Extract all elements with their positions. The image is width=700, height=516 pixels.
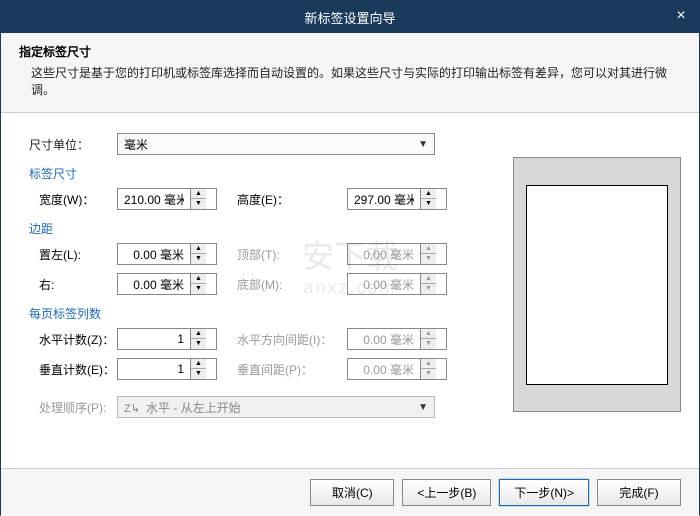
- vgap-stepper: ▲▼: [347, 358, 447, 380]
- spin-up-icon[interactable]: ▲: [191, 274, 206, 284]
- group-margin: 边距: [29, 220, 493, 237]
- spin-down-icon: ▼: [421, 339, 436, 349]
- cancel-button[interactable]: 取消(C): [310, 479, 394, 506]
- header-description: 这些尺寸是基于您的打印机或标签库选择而自动设置的。如果这些尺寸与实际的打印输出标…: [19, 64, 681, 98]
- spin-down-icon[interactable]: ▼: [191, 339, 206, 349]
- next-button[interactable]: 下一步(N)>: [499, 479, 589, 506]
- dialog-title: 新标签设置向导: [304, 8, 395, 27]
- spin-down-icon[interactable]: ▼: [191, 254, 206, 264]
- form-area: 尺寸单位： 毫米 ▼ 标签尺寸 宽度(W)： ▲▼ 高度(E)：: [29, 129, 493, 422]
- spin-up-icon: ▲: [421, 359, 436, 369]
- spin-down-icon[interactable]: ▼: [191, 199, 206, 209]
- chevron-down-icon: ▼: [418, 139, 428, 150]
- hgap-label: 水平方向间距(I)：: [237, 331, 347, 348]
- unit-label: 尺寸单位：: [29, 136, 117, 153]
- order-select: Z↳水平 - 从左上开始 ▼: [117, 396, 435, 418]
- titlebar: 新标签设置向导 ×: [1, 1, 699, 33]
- bottom-stepper: ▲▼: [347, 273, 447, 295]
- spin-up-icon: ▲: [421, 274, 436, 284]
- bottom-input: [348, 277, 420, 291]
- vcount-label: 垂直计数(E)：: [29, 361, 117, 378]
- spin-up-icon[interactable]: ▲: [421, 189, 436, 199]
- order-label: 处理顺序(P):: [29, 399, 117, 416]
- bottom-label: 底部(M):: [237, 276, 347, 293]
- width-stepper[interactable]: ▲▼: [117, 188, 217, 210]
- finish-button[interactable]: 完成(F): [597, 479, 681, 506]
- right-label: 右:: [29, 276, 117, 293]
- left-stepper[interactable]: ▲▼: [117, 243, 217, 265]
- chevron-down-icon: ▼: [418, 402, 428, 413]
- order-icon: Z↳: [124, 403, 140, 415]
- preview-area: [513, 129, 681, 422]
- spin-up-icon: ▲: [421, 244, 436, 254]
- preview-page: [526, 185, 668, 385]
- height-input[interactable]: [348, 192, 420, 206]
- back-button[interactable]: <上一步(B): [402, 479, 491, 506]
- top-label: 顶部(T):: [237, 246, 347, 263]
- hgap-input: [348, 332, 420, 346]
- right-input[interactable]: [118, 277, 190, 291]
- header-title: 指定标签尺寸: [19, 43, 681, 60]
- spin-down-icon[interactable]: ▼: [421, 199, 436, 209]
- spin-down-icon[interactable]: ▼: [191, 369, 206, 379]
- header-section: 指定标签尺寸 这些尺寸是基于您的打印机或标签库选择而自动设置的。如果这些尺寸与实…: [1, 33, 699, 113]
- unit-select[interactable]: 毫米 ▼: [117, 133, 435, 155]
- dialog-window: 新标签设置向导 × 安下载 anxz.com 指定标签尺寸 这些尺寸是基于您的打…: [0, 0, 700, 515]
- hcount-stepper[interactable]: ▲▼: [117, 328, 217, 350]
- close-icon[interactable]: ×: [671, 6, 691, 26]
- hcount-label: 水平计数(Z)：: [29, 331, 117, 348]
- vgap-input: [348, 362, 420, 376]
- top-input: [348, 247, 420, 261]
- vcount-input[interactable]: [118, 362, 190, 376]
- preview-frame: [513, 157, 681, 412]
- spin-up-icon: ▲: [421, 329, 436, 339]
- hcount-input[interactable]: [118, 332, 190, 346]
- width-input[interactable]: [118, 192, 190, 206]
- spin-up-icon[interactable]: ▲: [191, 359, 206, 369]
- width-label: 宽度(W)：: [29, 191, 117, 208]
- footer: 取消(C) <上一步(B) 下一步(N)> 完成(F): [1, 468, 699, 516]
- hgap-stepper: ▲▼: [347, 328, 447, 350]
- spin-down-icon[interactable]: ▼: [191, 284, 206, 294]
- left-input[interactable]: [118, 247, 190, 261]
- left-label: 置左(L):: [29, 246, 117, 263]
- spin-down-icon: ▼: [421, 254, 436, 264]
- group-perpage: 每页标签列数: [29, 305, 493, 322]
- spin-down-icon: ▼: [421, 284, 436, 294]
- spin-up-icon[interactable]: ▲: [191, 189, 206, 199]
- vgap-label: 垂直间距(P)：: [237, 361, 347, 378]
- group-size: 标签尺寸: [29, 165, 493, 182]
- spin-up-icon[interactable]: ▲: [191, 329, 206, 339]
- spin-up-icon[interactable]: ▲: [191, 244, 206, 254]
- height-label: 高度(E)：: [237, 191, 347, 208]
- height-stepper[interactable]: ▲▼: [347, 188, 447, 210]
- spin-down-icon: ▼: [421, 369, 436, 379]
- vcount-stepper[interactable]: ▲▼: [117, 358, 217, 380]
- right-stepper[interactable]: ▲▼: [117, 273, 217, 295]
- top-stepper: ▲▼: [347, 243, 447, 265]
